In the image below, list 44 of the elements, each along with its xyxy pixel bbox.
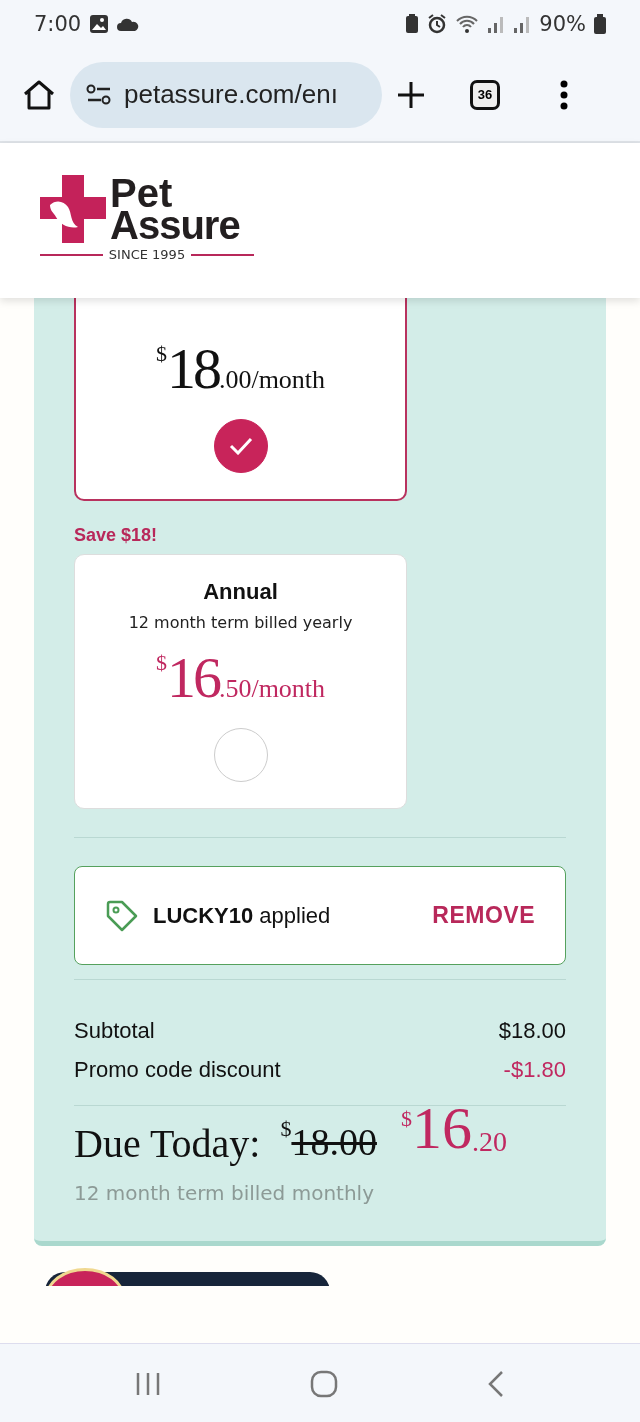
site-settings-icon[interactable] bbox=[86, 83, 112, 106]
battery-icon bbox=[594, 14, 606, 34]
plan-price: $16.50/month bbox=[155, 646, 326, 710]
home-button[interactable] bbox=[22, 78, 56, 111]
image-icon bbox=[89, 14, 110, 34]
summary-value: $18.00 bbox=[498, 1018, 566, 1044]
signal-icon bbox=[513, 14, 532, 34]
alarm-icon bbox=[427, 14, 448, 34]
savings-label: Save $18! bbox=[74, 525, 159, 546]
back-button[interactable] bbox=[487, 1369, 506, 1398]
plan-card[interactable]: Annual 12 month term billed yearly $16.50/month bbox=[74, 554, 407, 809]
logo-text: Pet bbox=[110, 177, 173, 209]
url-text: petassure.com/enı bbox=[124, 79, 338, 110]
plan-term: 12 month term billed yearly bbox=[128, 613, 353, 632]
plan-card[interactable]: $18.00/month bbox=[74, 298, 407, 501]
logo-text: Assure bbox=[110, 209, 240, 241]
due-label: Due Today: bbox=[74, 1120, 261, 1167]
check-radio[interactable] bbox=[213, 419, 268, 473]
promo-status: LUCKY10 applied bbox=[153, 902, 331, 929]
battery-percent: 90% bbox=[539, 12, 586, 36]
recent-apps-button[interactable] bbox=[134, 1370, 161, 1397]
cloud-icon bbox=[117, 17, 140, 31]
signal-icon bbox=[487, 14, 506, 34]
discounted-price: $16.20 bbox=[400, 1110, 507, 1158]
wifi-icon bbox=[455, 14, 480, 34]
plan-price: $18.00/month bbox=[155, 337, 326, 401]
menu-button[interactable] bbox=[560, 79, 568, 110]
cross-pet-logo-icon bbox=[40, 175, 106, 243]
original-price: $18.00 bbox=[280, 1116, 377, 1164]
plan-title: Annual bbox=[203, 579, 278, 605]
summary-label: Promo code discount bbox=[74, 1057, 281, 1083]
radio-button[interactable] bbox=[213, 728, 268, 782]
home-nav-button[interactable] bbox=[310, 1369, 338, 1398]
remove-link[interactable]: REMOVE bbox=[432, 902, 535, 929]
logo-tagline: SINCE 1995 bbox=[108, 247, 186, 262]
tab-switcher-button[interactable]: 36 bbox=[470, 79, 500, 110]
summary-label: Subtotal bbox=[74, 1018, 155, 1044]
summary-value: -$1.80 bbox=[503, 1057, 566, 1083]
clock: 7:00 bbox=[34, 12, 82, 36]
check-icon bbox=[228, 437, 253, 455]
new-tab-button[interactable] bbox=[396, 79, 426, 110]
address-bar[interactable]: petassure.com/enı bbox=[70, 61, 382, 128]
tag-icon bbox=[105, 898, 139, 933]
billing-note: 12 month term billed monthly bbox=[74, 1181, 375, 1205]
